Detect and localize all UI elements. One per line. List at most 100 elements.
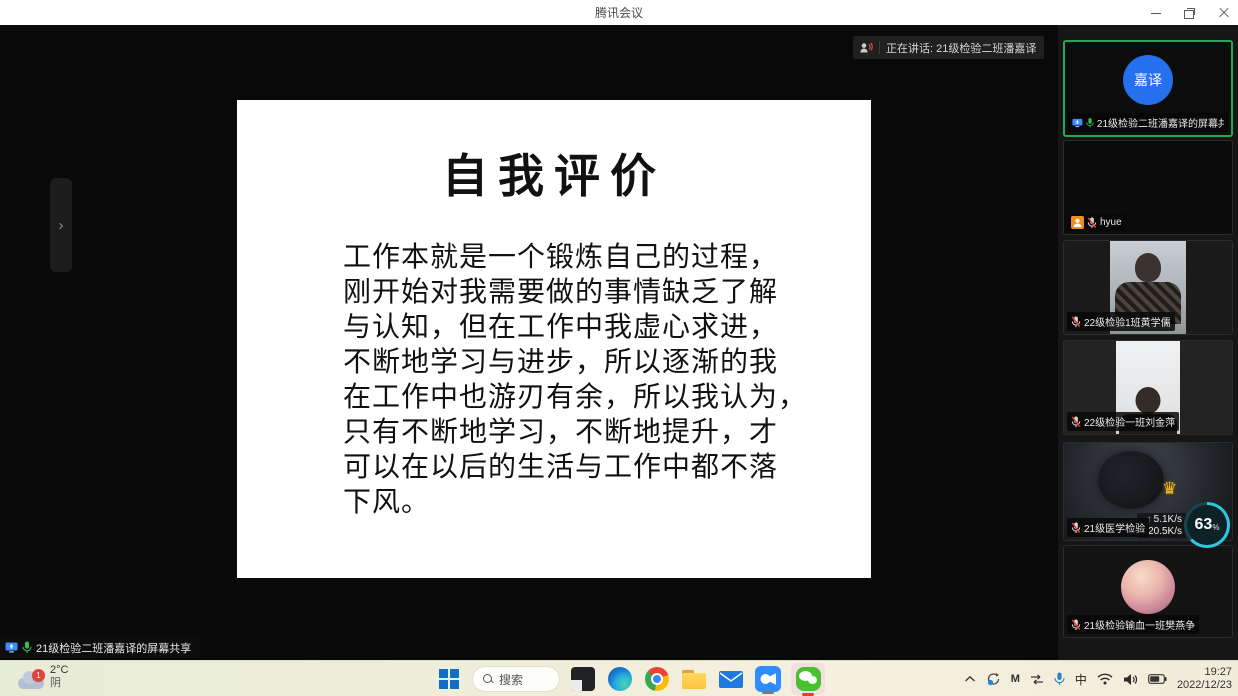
speaking-person-icon bbox=[859, 41, 873, 55]
upload-value: 5.1K/s bbox=[1154, 514, 1182, 525]
taskbar-app-edge[interactable] bbox=[606, 665, 634, 693]
window-title: 腾讯会议 bbox=[595, 4, 643, 21]
participant-name: hyue bbox=[1100, 217, 1122, 228]
taskbar-app-explorer[interactable] bbox=[680, 665, 708, 693]
participant-name: 21级医学检验 bbox=[1084, 520, 1145, 535]
participant-tile-huang[interactable]: 22级检验1班黄学儒 bbox=[1063, 240, 1233, 335]
search-input[interactable]: 搜索 bbox=[472, 666, 560, 692]
participant-name: 22级检验一班刘金萍 bbox=[1084, 414, 1175, 429]
shared-slide: 自我评价 工作本就是一个锻炼自己的过程， 刚开始对我需要做的事情缺乏了解 与认知… bbox=[237, 100, 871, 578]
screen-share-banner-text: 21级检验二班潘嘉译的屏幕共享 bbox=[36, 640, 191, 656]
slide-body: 工作本就是一个锻炼自己的过程， 刚开始对我需要做的事情缺乏了解 与认知，但在工作… bbox=[343, 240, 817, 520]
participant-name: 21级检验二班潘嘉译的屏幕共享 bbox=[1097, 115, 1224, 130]
mic-muted-icon bbox=[1071, 522, 1081, 534]
person-silhouette bbox=[1136, 387, 1161, 414]
person-silhouette bbox=[1098, 451, 1164, 509]
tencent-meeting-icon bbox=[755, 666, 781, 692]
avatar: 嘉译 bbox=[1123, 55, 1173, 105]
wifi-icon[interactable] bbox=[1097, 673, 1113, 685]
participant-name: 22级检验1班黄学儒 bbox=[1084, 314, 1171, 329]
battery-icon[interactable] bbox=[1148, 674, 1167, 684]
download-value: 20.5K/s bbox=[1148, 526, 1182, 537]
clock-date: 2022/12/23 bbox=[1177, 679, 1232, 692]
participant-name: 21级检验输血一班樊燕争 bbox=[1084, 617, 1195, 632]
participant-tile-sharer[interactable]: 嘉译 21级检验二班潘嘉译的屏幕共享 bbox=[1063, 40, 1233, 137]
tray-mic-icon[interactable] bbox=[1054, 672, 1065, 686]
taskbar-app-wechat[interactable] bbox=[791, 663, 825, 695]
mic-on-icon bbox=[1086, 117, 1094, 129]
weather-text: 2°C 阴 bbox=[50, 664, 68, 690]
participant-label: 22级检验一班刘金萍 bbox=[1067, 412, 1179, 431]
taskbar-app-chrome[interactable] bbox=[643, 665, 671, 693]
tray-sync-icon[interactable] bbox=[986, 672, 1001, 686]
tray-app-m-icon[interactable]: M bbox=[1011, 673, 1020, 685]
system-tray: M 中 bbox=[964, 661, 1232, 696]
chevron-right-icon: › bbox=[59, 217, 64, 234]
tray-expand-chevron-icon[interactable] bbox=[964, 675, 976, 683]
weather-temp: 2°C bbox=[50, 664, 68, 677]
minimize-icon[interactable] bbox=[1150, 7, 1162, 19]
search-label: 搜索 bbox=[499, 671, 523, 688]
mic-muted-icon bbox=[1071, 619, 1081, 631]
dark-app-icon bbox=[571, 667, 595, 691]
mic-muted-icon bbox=[1071, 416, 1081, 428]
upload-speed: ↑ 5.1K/s bbox=[1147, 514, 1182, 525]
speaking-indicator-text: 正在讲话: 21级检验二班潘嘉译 bbox=[886, 40, 1036, 56]
slide-title: 自我评价 bbox=[237, 140, 871, 206]
windows-taskbar: 1 2°C 阴 搜索 bbox=[0, 660, 1238, 696]
taskbar-clock[interactable]: 19:27 2022/12/23 bbox=[1177, 666, 1232, 692]
avatar-initials: 嘉译 bbox=[1134, 70, 1162, 90]
screen-share-icon bbox=[5, 642, 18, 653]
mic-muted-icon bbox=[1087, 217, 1097, 229]
start-button[interactable] bbox=[435, 665, 463, 693]
meeting-stage: 正在讲话: 21级检验二班潘嘉译 › 自我评价 工作本就是一个锻炼自己的过程， … bbox=[0, 25, 1058, 660]
taskbar-app-dark[interactable] bbox=[569, 665, 597, 693]
participant-tile-hyue[interactable]: hyue bbox=[1063, 140, 1233, 235]
wechat-icon bbox=[796, 667, 821, 691]
window-controls bbox=[1150, 0, 1230, 25]
screen-share-banner: 21级检验二班潘嘉译的屏幕共享 bbox=[0, 637, 200, 658]
input-method-indicator[interactable]: 中 bbox=[1075, 671, 1087, 688]
participant-label: 21级检验输血一班樊燕争 bbox=[1067, 615, 1199, 634]
windows-logo-icon bbox=[439, 669, 459, 689]
restore-icon[interactable] bbox=[1184, 7, 1196, 19]
tray-transfer-icon[interactable] bbox=[1030, 674, 1044, 685]
edge-icon bbox=[608, 667, 632, 691]
weather-widget[interactable]: 1 2°C 阴 bbox=[18, 664, 68, 690]
participant-label: 21级检验二班潘嘉译的屏幕共享 bbox=[1068, 113, 1228, 132]
search-icon bbox=[483, 674, 493, 684]
panel-expand-toggle[interactable]: › bbox=[50, 178, 72, 272]
speaker-icon[interactable] bbox=[1123, 673, 1138, 686]
mic-on-icon bbox=[22, 641, 32, 654]
participants-sidebar: 嘉译 21级检验二班潘嘉译的屏幕共享 bbox=[1058, 25, 1238, 660]
mail-icon bbox=[719, 671, 743, 688]
mic-muted-icon bbox=[1071, 316, 1081, 328]
window-titlebar: 腾讯会议 bbox=[0, 0, 1238, 25]
weather-condition: 阴 bbox=[50, 677, 68, 690]
crown-vip-icon: ♛ bbox=[1162, 479, 1177, 499]
progress-ring-inner: 63 % bbox=[1187, 505, 1227, 545]
participant-label: 22级检验1班黄学儒 bbox=[1067, 312, 1175, 331]
progress-unit: % bbox=[1212, 523, 1219, 532]
participant-label: hyue bbox=[1067, 214, 1126, 231]
chrome-icon bbox=[645, 667, 669, 691]
progress-ring: 63 % bbox=[1184, 502, 1230, 548]
close-icon[interactable] bbox=[1218, 7, 1230, 19]
clock-time: 19:27 bbox=[1204, 666, 1232, 679]
taskbar-center: 搜索 bbox=[435, 661, 825, 696]
taskbar-app-meeting[interactable] bbox=[754, 665, 782, 693]
avatar bbox=[1121, 560, 1175, 614]
tencent-meeting-window: 腾讯会议 正在讲话: 21级检验二班潘嘉译 › 自我评价 工作本就是一个锻炼自己… bbox=[0, 0, 1238, 696]
participant-label: 21级医学检验 bbox=[1067, 518, 1149, 537]
cloud-icon: 1 bbox=[18, 678, 44, 689]
speaking-indicator: 正在讲话: 21级检验二班潘嘉译 bbox=[853, 36, 1044, 59]
participant-tile-liu[interactable]: 22级检验一班刘金萍 bbox=[1063, 340, 1233, 435]
screen-share-icon bbox=[1072, 118, 1083, 128]
running-indicator bbox=[762, 691, 774, 694]
person-silhouette bbox=[1135, 253, 1161, 282]
taskbar-app-mail[interactable] bbox=[717, 665, 745, 693]
participant-tile-fan[interactable]: 21级检验输血一班樊燕争 bbox=[1063, 545, 1233, 638]
progress-value: 63 bbox=[1195, 516, 1213, 534]
notification-badge: 1 bbox=[32, 669, 45, 682]
folder-icon bbox=[682, 670, 706, 689]
